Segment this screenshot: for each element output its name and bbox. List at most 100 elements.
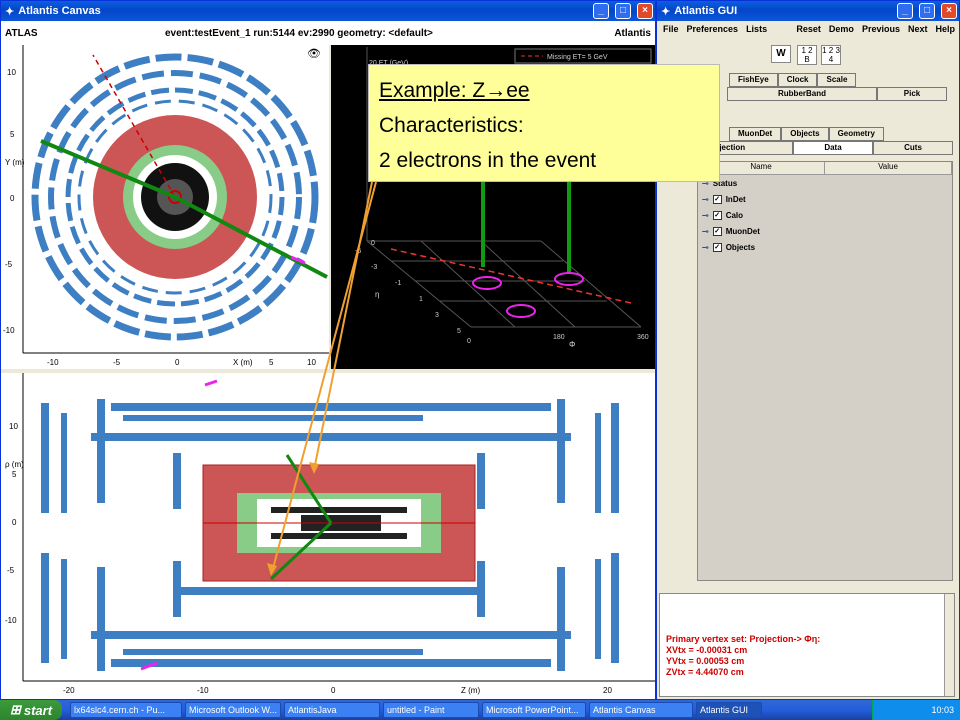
task-atlantis-gui[interactable]: Atlantis GUI [696,702,762,718]
menu-reset[interactable]: Reset [796,24,821,34]
key-icon: ⊸ [702,242,709,252]
tree-row-calo[interactable]: ⊸ ✓ Calo [698,207,952,223]
eta-tick: -3 [371,264,377,271]
tab-geometry[interactable]: Geometry [828,127,884,141]
tree-label: InDet [725,194,746,204]
callout-line: Characteristics: [379,114,524,137]
window-w-button[interactable]: W [771,45,791,63]
console-line: ZVtx = 4.44070 cm [666,667,744,677]
close-icon[interactable]: × [637,3,653,19]
electron-marker [204,379,218,387]
tree-row-muondet[interactable]: ⊸ ✓ MuonDet [698,223,952,239]
yx-xtick: -5 [113,358,121,367]
yx-xtick: 5 [269,358,274,367]
column-value[interactable]: Value [825,162,952,174]
menu-help[interactable]: Help [935,24,955,34]
rhoz-projection-view[interactable]: 10 5 0 -5 -10 ρ (m) -20 -10 0 Z (m) 20 1… [1,373,655,699]
clock[interactable]: 10:03 [931,705,954,715]
task-putty[interactable]: lx64slc4.cern.ch - Pu... [70,702,182,718]
windows-logo-icon: ⊞ [9,702,21,717]
checkbox-muondet[interactable]: ✓ [712,226,722,236]
tab-pick[interactable]: Pick [877,87,947,101]
tree-row-indet[interactable]: ⊸ ✓ InDet [698,191,952,207]
yx-ytick: 5 [10,130,15,139]
tab-data[interactable]: Data [793,141,873,155]
eye-icon[interactable]: 👁 [307,48,321,60]
menu-next[interactable]: Next [908,24,928,34]
interaction-tabs-2: RubberBand Pick [727,87,947,101]
minimize-icon[interactable]: _ [897,3,913,19]
legend-entry: Missing ET= 5 GeV [547,54,608,61]
tab-rubberband[interactable]: RubberBand [727,87,877,101]
eta-tick: -1 [395,280,401,287]
yx-ytick: 0 [10,194,15,203]
layout-1234-button[interactable]: 1 2 3 4 [821,45,841,65]
output-console[interactable]: Primary vertex set: Projection-> Φη: XVt… [659,593,955,697]
tab-scale[interactable]: Scale [817,73,857,87]
checkbox-indet[interactable]: ✓ [712,194,722,204]
tab-muondet[interactable]: MuonDet [729,127,782,141]
task-atlantis-canvas[interactable]: Atlantis Canvas [589,702,693,718]
menu-preferences[interactable]: Preferences [687,24,739,34]
task-outlook[interactable]: Microsoft Outlook W... [185,702,281,718]
yx-projection-view[interactable]: 10 5 0 -5 -10 Y (m) -10 -5 0 X (m) 5 10 … [1,45,329,369]
close-icon[interactable]: × [941,3,957,19]
data-tree[interactable]: Name Value ⊸ Status ⊸ ✓ InDet ⊸ ✓ Calo ⊸… [697,161,953,581]
parameter-tabs-2: Projection Data Cuts [697,141,953,155]
console-scrollbar[interactable] [944,594,954,696]
menu-previous[interactable]: Previous [862,24,900,34]
key-icon: ⊸ [702,210,709,220]
tab-objects[interactable]: Objects [781,127,829,141]
tab-clock[interactable]: Clock [777,73,818,87]
rz-ytick: 0 [12,518,17,527]
yx-xlabel: X (m) [233,358,253,367]
tree-label: MuonDet [725,226,760,236]
phi-tick: 360 [637,334,649,341]
console-line: Primary vertex set: Projection-> Φη: [666,634,821,644]
yx-ytick: -10 [3,326,15,335]
rhoz-plot: 10 5 0 -5 -10 ρ (m) -20 -10 0 Z (m) 20 1… [5,373,655,695]
example-callout: Example: Z→ee Characteristics: 2 electro… [368,64,720,182]
rz-ylabel: ρ (m) [5,460,24,469]
rz-ytick: 10 [9,422,18,431]
rz-xtick: -10 [197,686,209,695]
yx-plot: 10 5 0 -5 -10 Y (m) -10 -5 0 X (m) 5 10 … [3,45,329,367]
phi-tick: 0 [467,338,471,345]
canvas-titlebar[interactable]: ✦ Atlantis Canvas _ □ × [1,1,655,21]
layout-12b-button[interactable]: 1 2 B [797,45,817,65]
tab-fisheye[interactable]: FishEye [729,73,778,87]
task-paint[interactable]: untitled - Paint [383,702,479,718]
parameter-tabs: MuonDet Objects Geometry [729,127,884,141]
maximize-icon[interactable]: □ [615,3,631,19]
phi-axis-label: Φ [569,340,575,349]
maximize-icon[interactable]: □ [919,3,935,19]
callout-line: 2 electrons in the event [379,149,597,172]
tree-row-status[interactable]: ⊸ Status [698,175,952,191]
tree-row-objects[interactable]: ⊸ ✓ Objects [698,239,952,255]
minimize-icon[interactable]: _ [593,3,609,19]
canvas-window-title: Atlantis Canvas [18,5,101,17]
rz-xtick: 0 [331,686,336,695]
yx-ylabel: Y (m) [5,158,25,167]
experiment-label: ATLAS [5,27,38,39]
task-powerpoint[interactable]: Microsoft PowerPoint... [482,702,586,718]
task-atlantisjava[interactable]: AtlantisJava [284,702,380,718]
checkbox-calo[interactable]: ✓ [712,210,722,220]
checkbox-objects[interactable]: ✓ [712,242,722,252]
console-line: YVtx = 0.00053 cm [666,656,745,666]
yx-ytick: 10 [7,68,16,77]
menu-file[interactable]: File [663,24,679,34]
z-tick: 0 [371,240,375,247]
tab-cuts[interactable]: Cuts [873,141,953,155]
electron-cluster-2 [554,272,584,286]
start-button[interactable]: ⊞ start [0,700,62,720]
menu-lists[interactable]: Lists [746,24,767,34]
missing-et-line [390,248,632,304]
electron-cluster-1 [472,276,502,290]
console-line: XVtx = -0.00031 cm [666,645,748,655]
electron-cluster-3 [506,304,536,318]
menu-demo[interactable]: Demo [829,24,854,34]
gui-titlebar[interactable]: ✦ Atlantis GUI _ □ × [657,1,959,21]
callout-title: Example: Z→ee [379,79,530,102]
rz-xlabel: Z (m) [461,686,480,695]
